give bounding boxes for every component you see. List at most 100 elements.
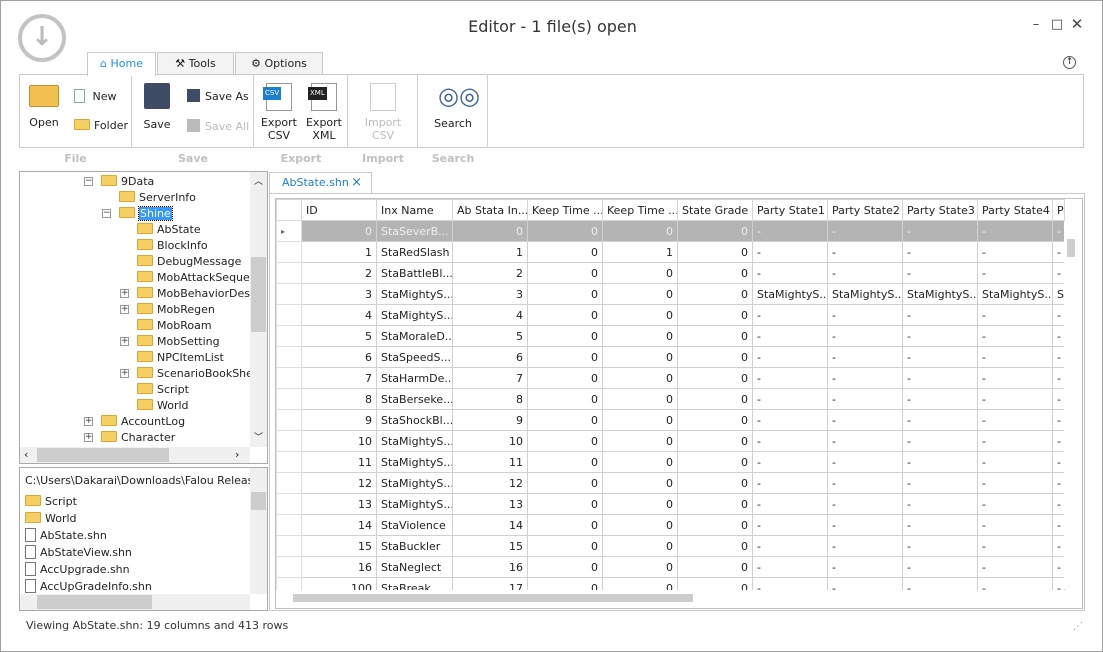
data-grid[interactable]: ID Inx Name Ab Stata In... Keep Time ... Kee… <box>275 198 1083 609</box>
tab-home[interactable]: ⌂ Home <box>87 52 156 76</box>
scroll-up-icon[interactable]: ︿ <box>254 174 263 187</box>
table-cell[interactable]: 0 <box>602 367 678 389</box>
table-row[interactable]: 14 StaViolence 14 0 0 0- - - - - <box>276 514 1065 536</box>
table-cell[interactable]: 0 <box>527 535 603 557</box>
table-cell[interactable]: - <box>977 535 1053 557</box>
table-cell[interactable]: - <box>977 430 1053 452</box>
table-cell[interactable]: - <box>902 514 978 536</box>
table-cell[interactable]: 14 <box>452 514 528 536</box>
file-list-item[interactable]: Script <box>25 494 77 510</box>
table-cell[interactable]: - <box>827 409 903 431</box>
new-button[interactable]: New <box>74 89 117 103</box>
table-cell[interactable]: - <box>1052 388 1065 410</box>
table-cell[interactable]: 0 <box>602 472 678 494</box>
table-cell[interactable]: 0 <box>677 535 753 557</box>
folder-tree[interactable]: − 9Data ServerInfo − Shine AbState BlockInfo De… <box>19 171 268 464</box>
table-cell[interactable]: StaMightyS... <box>902 283 978 305</box>
table-cell[interactable]: - <box>1052 556 1065 578</box>
app-menu-button[interactable]: ↓ <box>18 14 66 62</box>
expand-icon[interactable]: + <box>120 305 129 314</box>
table-cell[interactable]: - <box>827 535 903 557</box>
file-list-item[interactable]: AbState.shn <box>25 528 107 544</box>
table-cell[interactable]: - <box>752 409 828 431</box>
file-list-item[interactable]: AccUpGradeInfo.shn <box>25 579 152 595</box>
table-cell[interactable]: - <box>1052 472 1065 494</box>
column-header[interactable]: Party State1 <box>752 199 828 221</box>
file-list-item[interactable]: World <box>25 511 77 527</box>
tree-item[interactable]: MobRegen <box>137 302 215 318</box>
table-cell[interactable]: 16 <box>452 556 528 578</box>
tree-item[interactable]: MobAttackSequence <box>137 270 250 286</box>
table-cell[interactable]: - <box>827 451 903 473</box>
row-indicator[interactable] <box>276 388 302 410</box>
collapse-ribbon-button[interactable]: ↑ <box>1063 56 1076 69</box>
table-cell[interactable]: 0 <box>602 556 678 578</box>
search-button[interactable]: ◎◎ Search <box>431 83 480 130</box>
table-cell[interactable]: - <box>1052 409 1065 431</box>
row-indicator[interactable] <box>276 556 302 578</box>
table-cell[interactable]: - <box>902 472 978 494</box>
table-cell[interactable]: - <box>902 430 978 452</box>
table-cell[interactable]: - <box>977 451 1053 473</box>
table-row[interactable]: 10 StaMightyS... 10 0 0 0- - - - - <box>276 430 1065 452</box>
table-cell[interactable]: StaBattleBl... <box>376 262 453 284</box>
row-indicator[interactable] <box>276 472 302 494</box>
table-cell[interactable]: StaSpeedS... <box>376 346 453 368</box>
column-header[interactable]: ID <box>301 199 377 221</box>
table-cell[interactable]: 1 <box>602 241 678 263</box>
tree-horizontal-scrollbar[interactable]: ‹ › <box>20 447 250 463</box>
table-cell[interactable]: 12 <box>452 472 528 494</box>
scroll-thumb[interactable] <box>251 492 266 510</box>
table-cell[interactable]: - <box>827 493 903 515</box>
table-cell[interactable]: StaMightyS... <box>376 472 453 494</box>
table-row[interactable]: ▸ 0 StaSeverB... 0 0 0 0- - - - - <box>276 220 1065 242</box>
table-cell[interactable]: 0 <box>677 346 753 368</box>
table-cell[interactable]: S <box>1052 283 1065 305</box>
table-row[interactable]: 9 StaShockBl... 9 0 0 0- - - - - <box>276 409 1065 431</box>
column-header[interactable]: Keep Time ... <box>602 199 678 221</box>
table-cell[interactable]: 0 <box>677 472 753 494</box>
table-cell[interactable]: - <box>1052 451 1065 473</box>
close-button[interactable]: ✕ <box>1068 15 1086 33</box>
table-cell[interactable]: 0 <box>677 409 753 431</box>
grid-vertical-scrollbar[interactable] <box>1064 221 1079 589</box>
table-cell[interactable]: - <box>827 241 903 263</box>
table-cell[interactable]: StaMightyS... <box>827 283 903 305</box>
table-cell[interactable]: - <box>977 241 1053 263</box>
table-cell[interactable]: - <box>752 346 828 368</box>
table-cell[interactable]: 0 <box>527 262 603 284</box>
import-csv-button[interactable]: Import CSV <box>363 83 403 142</box>
table-cell[interactable]: - <box>827 304 903 326</box>
table-cell[interactable]: 0 <box>677 262 753 284</box>
table-cell[interactable]: StaMightyS... <box>977 283 1053 305</box>
scroll-down-icon[interactable]: ﹀ <box>254 430 263 443</box>
table-cell[interactable]: StaViolence <box>376 514 453 536</box>
table-cell[interactable]: - <box>1052 241 1065 263</box>
scroll-thumb[interactable] <box>37 448 169 462</box>
table-cell[interactable]: - <box>902 241 978 263</box>
table-cell[interactable]: - <box>752 535 828 557</box>
table-cell[interactable]: - <box>827 346 903 368</box>
table-cell[interactable]: 9 <box>301 409 377 431</box>
table-row[interactable]: 2 StaBattleBl... 2 0 0 0- - - - - <box>276 262 1065 284</box>
table-cell[interactable]: 16 <box>301 556 377 578</box>
table-cell[interactable]: - <box>902 220 978 242</box>
table-row[interactable]: 12 StaMightyS... 12 0 0 0- - - - - <box>276 472 1065 494</box>
browser-horizontal-scrollbar[interactable] <box>20 594 250 610</box>
file-browser[interactable]: C:\Users\Dakarai\Downloads\Falou Release… <box>19 467 268 611</box>
table-cell[interactable]: 0 <box>527 556 603 578</box>
table-cell[interactable]: 11 <box>452 451 528 473</box>
row-indicator[interactable] <box>276 325 302 347</box>
table-cell[interactable]: StaMightyS... <box>752 283 828 305</box>
table-cell[interactable]: - <box>902 409 978 431</box>
column-header[interactable]: Keep Time ... <box>527 199 603 221</box>
table-cell[interactable]: 0 <box>602 220 678 242</box>
tree-item[interactable]: AccountLog <box>101 414 185 430</box>
table-cell[interactable]: - <box>977 304 1053 326</box>
tree-item[interactable]: DebugMessage <box>137 254 241 270</box>
table-cell[interactable]: StaBerseke... <box>376 388 453 410</box>
table-cell[interactable]: 0 <box>602 346 678 368</box>
row-indicator[interactable] <box>276 451 302 473</box>
table-cell[interactable]: StaMightyS... <box>376 493 453 515</box>
expand-icon[interactable]: + <box>120 289 129 298</box>
